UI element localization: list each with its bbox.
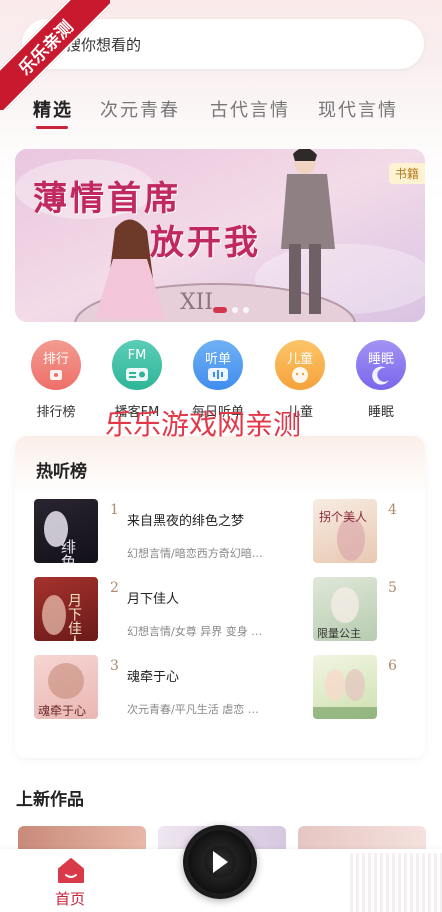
nav-home-label[interactable]: 首页	[55, 888, 85, 909]
banner-badge: 书籍	[388, 163, 425, 184]
banner-title-line2: 放开我	[150, 223, 261, 263]
rank-number: 1	[110, 502, 119, 518]
watermark-text: 乐乐游戏网亲测	[105, 408, 302, 441]
trophy-icon: 排行	[31, 340, 81, 390]
radio-icon: FM	[112, 340, 162, 390]
svg-text:绯色: 绯色	[59, 539, 77, 563]
book-cover: 拐个美人	[313, 499, 377, 563]
category-label: 睡眠	[367, 405, 394, 420]
category-label: 排行榜	[36, 405, 76, 420]
new-works-title: 上新作品	[16, 790, 84, 810]
book-tags: 幻想言情/女尊 异界 变身 …	[127, 625, 263, 638]
tab-modern-romance[interactable]: 现代言情	[318, 96, 398, 122]
play-icon	[213, 851, 228, 873]
rank-number: 3	[110, 658, 119, 674]
category-ranking[interactable]: 排行 排行榜	[26, 340, 86, 420]
banner-dot[interactable]	[243, 307, 249, 313]
rank-number: 2	[110, 580, 119, 596]
hot-list-card: 热听榜 绯色 1 来自黑夜的绯色之梦 幻想言情/暗恋西方奇幻暗… 月下佳人 2 …	[15, 436, 425, 758]
rank-number: 5	[388, 580, 397, 596]
book-title: 月下佳人	[127, 592, 180, 607]
rank-number: 6	[388, 658, 397, 674]
banner-dot[interactable]	[213, 307, 227, 313]
hot-list-title: 热听榜	[36, 462, 87, 482]
child-face-icon: 儿童	[275, 340, 325, 390]
svg-text:XII: XII	[180, 290, 213, 315]
svg-text:魂牵于心: 魂牵于心	[38, 703, 86, 718]
audio-wave-icon: 听单	[193, 340, 243, 390]
svg-text:限量公主: 限量公主	[317, 627, 361, 640]
book-title: 魂牵于心	[127, 670, 180, 685]
book-cover: 月下佳人	[34, 577, 98, 641]
book-cover: 魂牵于心	[34, 655, 98, 719]
moon-icon: 睡眠	[356, 340, 406, 390]
book-cover: 限量公主	[313, 577, 377, 641]
banner-pagination	[213, 307, 249, 313]
book-cover: 绯色	[34, 499, 98, 563]
book-tags: 次元青春/平凡生活 虐恋 …	[127, 703, 259, 716]
book-title: 来自黑夜的绯色之梦	[127, 514, 245, 529]
banner-title-line1: 薄情首席	[33, 179, 181, 219]
book-tags: 幻想言情/暗恋西方奇幻暗…	[127, 547, 263, 560]
book-cover	[313, 655, 377, 719]
banner-dot[interactable]	[232, 307, 238, 313]
category-sleep[interactable]: 睡眠 睡眠	[351, 340, 411, 420]
tab-youth[interactable]: 次元青春	[100, 96, 180, 122]
audio-player-button[interactable]	[183, 825, 257, 899]
rank-number: 4	[388, 502, 397, 518]
promo-banner[interactable]: XII 薄情首席 放开我 书籍	[15, 149, 425, 322]
corner-ribbon-text: 乐乐亲测	[0, 0, 110, 110]
svg-text:拐个美人: 拐个美人	[319, 509, 367, 524]
nav-right-area[interactable]	[350, 853, 442, 912]
tab-ancient-romance[interactable]: 古代言情	[210, 96, 290, 122]
corner-ribbon: 乐乐亲测	[0, 0, 110, 110]
home-icon[interactable]	[57, 856, 85, 884]
svg-text:月下佳人: 月下佳人	[66, 593, 82, 641]
tab-indicator	[36, 126, 68, 129]
